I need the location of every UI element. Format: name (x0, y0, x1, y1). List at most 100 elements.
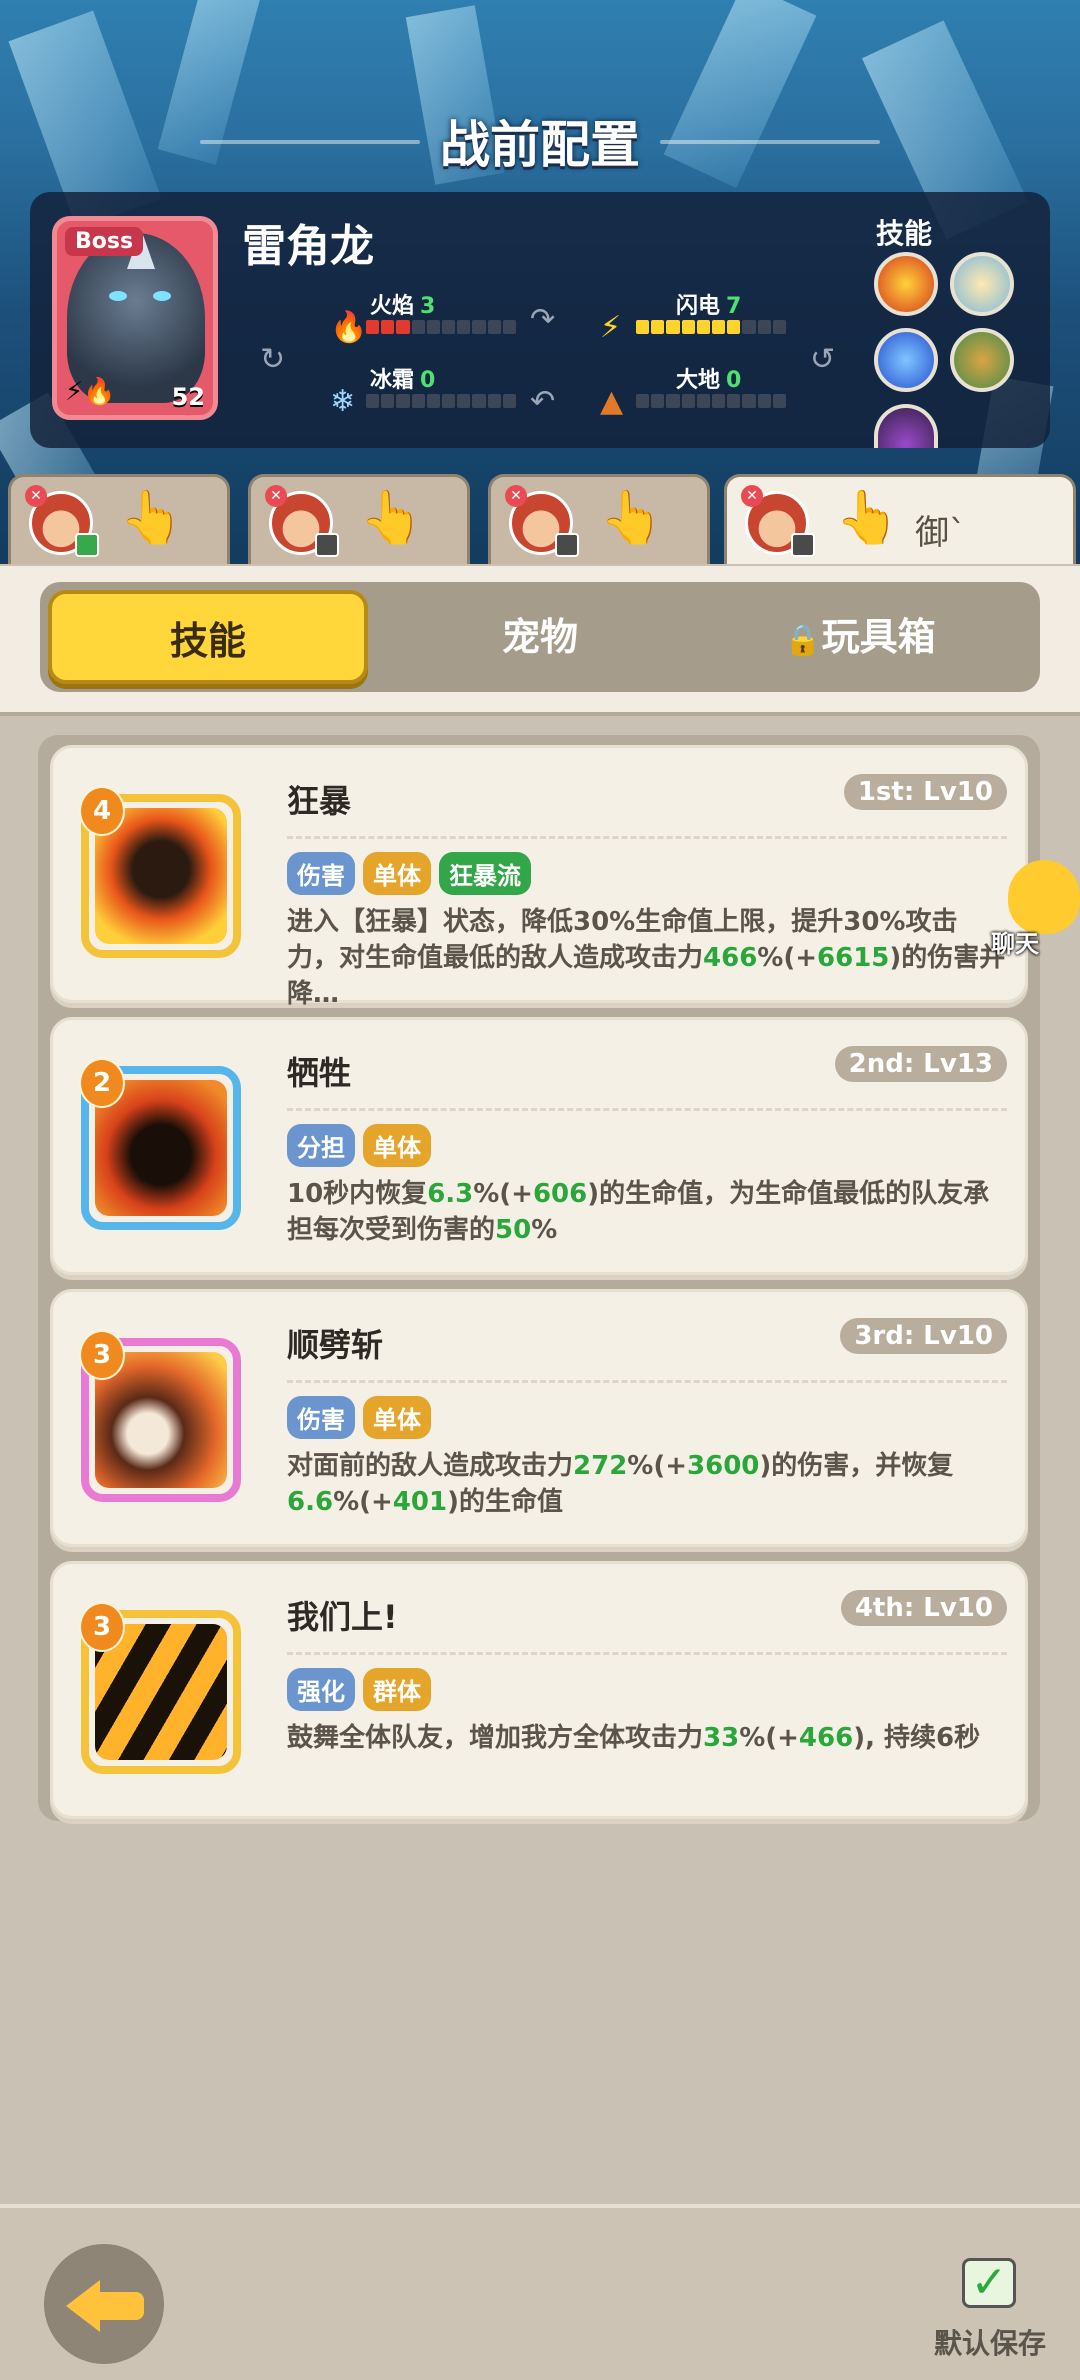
skill-name: 顺劈斩 (287, 1326, 384, 1364)
skill-tag: 单体 (363, 1124, 431, 1167)
chat-label: 聊天 (991, 930, 1039, 958)
character-tabs: ✕ 👆 ✕ 👆 ✕ 👆 ✕ 👆 御` (0, 474, 1080, 570)
boss-level: 52 (171, 383, 205, 411)
skill-card[interactable]: 2 牺牲 2nd: Lv13 分担 单体 10秒内恢复6.3%(+606)的生命… (50, 1017, 1028, 1275)
skill-tag: 强化 (287, 1668, 355, 1711)
status-badge-icon (555, 533, 579, 557)
skill-tag: 伤害 (287, 852, 355, 895)
cycle-arrow-icon: ↺ (810, 342, 836, 377)
frost-icon: ❄ (330, 384, 356, 419)
boss-skills-label: 技能 (876, 217, 933, 250)
stat-earth: ▲ 大地 0 (600, 362, 800, 422)
skill-icon: 4 (79, 786, 241, 958)
skill-card[interactable]: 4 狂暴 1st: Lv10 伤害 单体 狂暴流 进入【狂暴】状态，降低30%生… (50, 745, 1028, 1009)
divider (287, 1108, 1007, 1111)
divider (287, 836, 1007, 839)
desc-text: 对面前的敌人造成攻击力 (287, 1451, 574, 1481)
stat-value: 0 (420, 368, 436, 393)
chat-button[interactable]: 聊天 (975, 860, 1080, 970)
eye-right (153, 291, 171, 301)
skill-level: 4th: Lv10 (840, 1590, 1007, 1626)
divider (287, 1380, 1007, 1383)
character-tab-4[interactable]: ✕ 👆 御` (724, 474, 1076, 570)
desc-value: 272 (573, 1451, 628, 1481)
tab-partial-text: 御` (915, 513, 966, 553)
boss-skill-summon-icon[interactable] (950, 328, 1014, 392)
stat-label: 闪电 (676, 294, 721, 319)
earth-bar (636, 394, 787, 408)
desc-text: )的伤害，并恢复 (759, 1451, 954, 1481)
stat-value: 0 (726, 368, 742, 393)
remove-badge-icon: ✕ (505, 485, 527, 507)
desc-text: %(+ (333, 1487, 393, 1517)
stat-lightning: ⚡ 闪电 7 (600, 288, 800, 348)
desc-value: 606 (532, 1179, 588, 1209)
stat-label: 冰霜 (370, 368, 415, 393)
desc-value: 466 (798, 1723, 854, 1753)
desc-text: %(+ (757, 943, 818, 973)
skill-card[interactable]: 3 顺劈斩 3rd: Lv10 伤害 单体 对面前的敌人造成攻击力272%(+3… (50, 1289, 1028, 1547)
desc-value: 50 (495, 1215, 532, 1245)
cycle-arrow-icon: ↶ (530, 384, 556, 419)
back-arrow-stem (98, 2292, 144, 2320)
desc-text: % (531, 1215, 558, 1245)
boss-name: 雷角龙 (242, 221, 374, 272)
desc-text: 10秒内恢复 (287, 1179, 428, 1209)
character-tab-2[interactable]: ✕ 👆 (248, 474, 470, 566)
skill-tag: 单体 (363, 1396, 431, 1439)
boss-portrait[interactable]: Boss ⚡🔥 52 (52, 216, 218, 420)
skill-tags: 分担 单体 (287, 1124, 431, 1167)
desc-value: 6.3 (427, 1179, 474, 1209)
desc-text: %(+ (627, 1451, 688, 1481)
desc-value: 401 (392, 1487, 448, 1517)
back-arrow-icon (66, 2280, 100, 2332)
boss-tag: Boss (65, 227, 144, 256)
boss-skill-rage-icon[interactable] (874, 252, 938, 316)
skill-tag: 伤害 (287, 1396, 355, 1439)
status-badge-icon (791, 533, 815, 557)
tap-hand-icon: 👆 (599, 488, 664, 548)
frost-bar (366, 394, 517, 408)
character-tab-1[interactable]: ✕ 👆 (8, 474, 230, 566)
tab-toybox-label: 玩具箱 (821, 615, 936, 659)
skill-level: 1st: Lv10 (843, 774, 1007, 810)
earth-icon: ▲ (600, 384, 624, 419)
desc-value: 33 (703, 1723, 740, 1753)
tab-skills[interactable]: 技能 (48, 590, 368, 684)
bottom-bar: ✓ 默认保存 (0, 2204, 1080, 2380)
desc-text: )的生命值 (447, 1487, 563, 1517)
default-save-label[interactable]: 默认保存 (934, 2322, 1046, 2362)
stat-value: 3 (420, 294, 436, 319)
stat-value: 7 (726, 294, 742, 319)
boss-skill-shield-icon[interactable] (950, 252, 1014, 316)
skill-list: 4 狂暴 1st: Lv10 伤害 单体 狂暴流 进入【狂暴】状态，降低30%生… (38, 735, 1040, 1821)
page-title: 战前配置 (440, 116, 640, 174)
default-save-checkbox[interactable]: ✓ (962, 2258, 1016, 2308)
cycle-arrow-icon: ↷ (530, 302, 556, 337)
skill-name: 我们上! (287, 1598, 398, 1636)
desc-text: ), 持续6秒 (853, 1723, 981, 1753)
character-tab-3[interactable]: ✕ 👆 (488, 474, 710, 566)
boss-skill-more-icon[interactable] (874, 404, 938, 448)
status-badge-icon (315, 533, 339, 557)
desc-value: 3600 (687, 1451, 760, 1481)
lightning-fire-element-icon: ⚡🔥 (65, 377, 116, 407)
skill-description: 进入【狂暴】状态，降低30%生命值上限，提升30%攻击力，对生命值最低的敌人造成… (287, 904, 1007, 1012)
skill-tag: 狂暴流 (439, 852, 531, 895)
tab-pets[interactable]: 宠物 (380, 590, 700, 684)
skill-tags: 伤害 单体 (287, 1396, 431, 1439)
skill-cost-badge: 3 (79, 1602, 125, 1652)
skill-level: 2nd: Lv13 (834, 1046, 1007, 1082)
eye-left (109, 291, 127, 301)
fire-icon: 🔥 (330, 310, 368, 345)
back-button[interactable] (44, 2244, 164, 2364)
skill-card[interactable]: 3 我们上! 4th: Lv10 强化 群体 鼓舞全体队友，增加我方全体攻击力3… (50, 1561, 1028, 1819)
divider (287, 1652, 1007, 1655)
boss-skill-lightning-icon[interactable] (874, 328, 938, 392)
tap-hand-icon: 👆 (119, 488, 184, 548)
skill-name: 牺牲 (287, 1054, 352, 1092)
remove-badge-icon: ✕ (741, 485, 763, 507)
skill-icon: 2 (79, 1058, 241, 1230)
tab-toybox[interactable]: 🔒玩具箱 (700, 590, 1020, 684)
cycle-arrow-icon: ↻ (260, 342, 286, 377)
